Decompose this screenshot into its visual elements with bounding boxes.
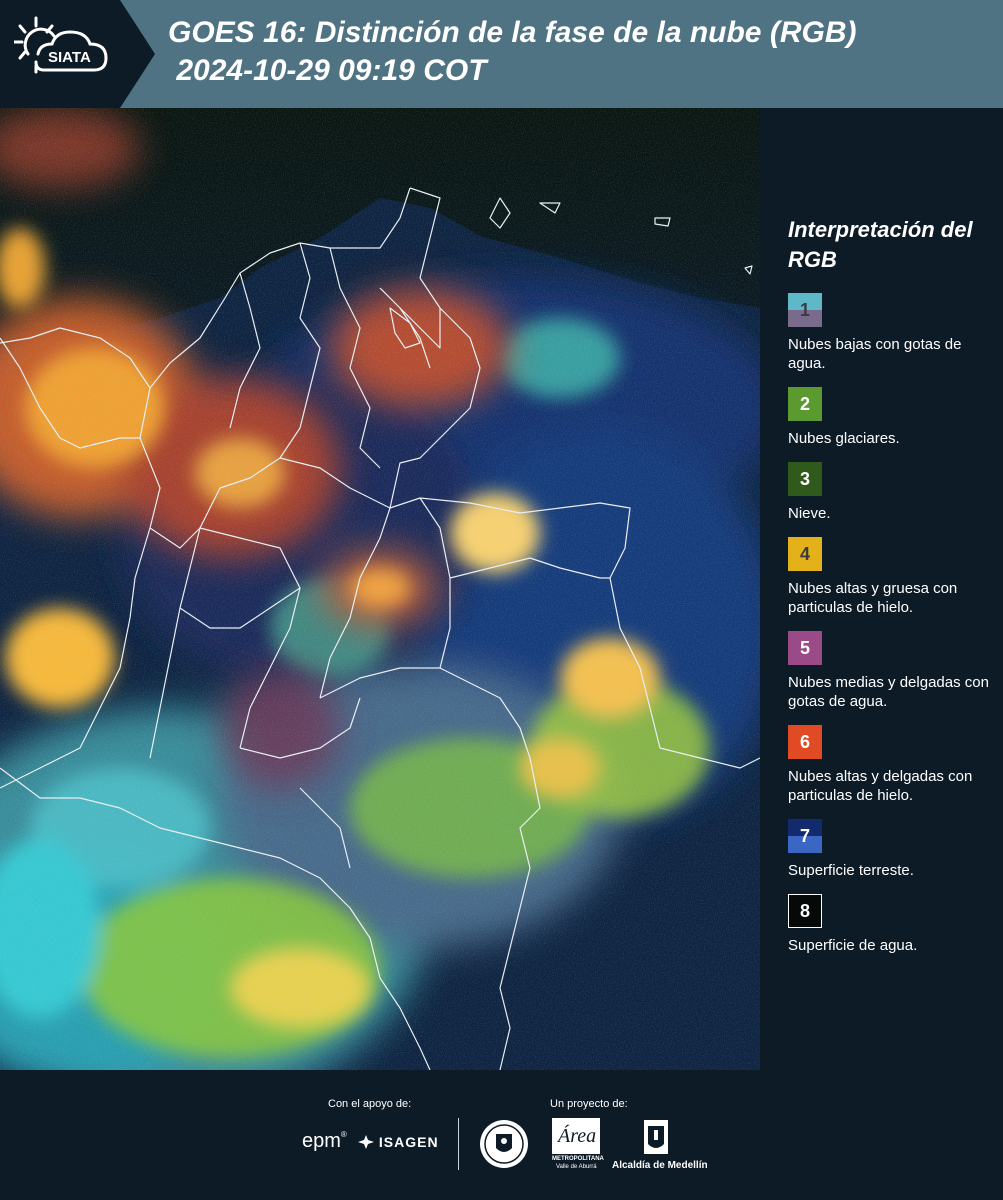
legend-swatch: 7	[788, 819, 822, 853]
medellin-seal-logo	[478, 1118, 530, 1175]
area-logo-icon: Área	[552, 1118, 600, 1154]
legend-swatch: 5	[788, 631, 822, 665]
legend-item: 2 Nubes glaciares.	[788, 387, 993, 448]
project-label: Un proyecto de:	[550, 1098, 628, 1110]
epm-logo: epm®	[302, 1130, 347, 1152]
legend-swatch: 1	[788, 293, 822, 327]
legend-label: Nubes bajas con gotas de agua.	[788, 336, 962, 372]
alcaldia-shield-icon	[644, 1120, 668, 1154]
legend-item: 5 Nubes medias y delgadas con gotas de ag…	[788, 631, 993, 711]
legend-label: Superficie de agua.	[788, 937, 918, 954]
legend-number: 7	[799, 825, 810, 846]
legend-swatch: 2	[788, 387, 822, 421]
seal-icon	[480, 1120, 528, 1168]
svg-text:Área: Área	[556, 1124, 596, 1147]
legend-label: Nieve.	[788, 505, 831, 522]
legend-number: 2	[799, 393, 810, 414]
legend-label: Nubes altas y gruesa con particulas de h…	[788, 580, 958, 616]
legend-swatch: 3	[788, 462, 822, 496]
siata-logo: SIATA	[0, 0, 155, 108]
legend-item: 6 Nubes altas y delgadas con particulas d…	[788, 725, 993, 805]
legend-item: 3 Nieve.	[788, 462, 993, 523]
legend-number: 5	[799, 637, 810, 658]
svg-text:SIATA: SIATA	[48, 49, 91, 66]
legend-label: Nubes glaciares.	[788, 430, 900, 447]
legend-number: 6	[799, 731, 810, 752]
legend-item: 8 Superficie de agua.	[788, 894, 993, 955]
legend-label: Superficie terreste.	[788, 862, 914, 879]
alcaldia-medellin-logo: Alcaldía de Medellín	[612, 1118, 708, 1171]
footer-divider	[458, 1118, 459, 1170]
header-bar: SIATA GOES 16: Distinción de la fase de …	[0, 0, 1003, 108]
legend-swatch: 6	[788, 725, 822, 759]
page-title: GOES 16: Distinción de la fase de la nub…	[168, 16, 857, 87]
support-label: Con el apoyo de:	[328, 1098, 412, 1110]
legend-list: 1 Nubes bajas con gotas de agua. 2 Nubes gl…	[788, 293, 993, 955]
legend-label: Nubes medias y delgadas con gotas de agu…	[788, 674, 989, 710]
area-metropolitana-logo: Área METROPOLITANA Valle de Aburrá	[552, 1118, 604, 1170]
isagen-logo: ISAGEN	[358, 1134, 439, 1150]
legend-swatch: 8	[788, 894, 822, 928]
legend-swatch: 4	[788, 537, 822, 571]
legend-panel: Interpretación del RGB 1 Nubes bajas con …	[788, 215, 993, 969]
satellite-rgb-map	[0, 108, 760, 1070]
legend-number: 8	[799, 900, 810, 921]
legend-label: Nubes altas y delgadas con particulas de…	[788, 768, 973, 804]
legend-item: 4 Nubes altas y gruesa con particulas de …	[788, 537, 993, 617]
map-image	[0, 108, 760, 1070]
sun-cloud-icon: SIATA	[14, 16, 108, 74]
legend-number: 1	[799, 299, 810, 320]
legend-item: 1 Nubes bajas con gotas de agua.	[788, 293, 993, 373]
footer: Con el apoyo de: Un proyecto de: epm® IS…	[0, 1070, 1003, 1200]
legend-item: 7 Superficie terreste.	[788, 819, 993, 880]
legend-number: 3	[799, 468, 810, 489]
legend-title: Interpretación del RGB	[788, 217, 973, 272]
legend-number: 4	[799, 543, 810, 564]
isagen-star-icon	[358, 1135, 374, 1149]
